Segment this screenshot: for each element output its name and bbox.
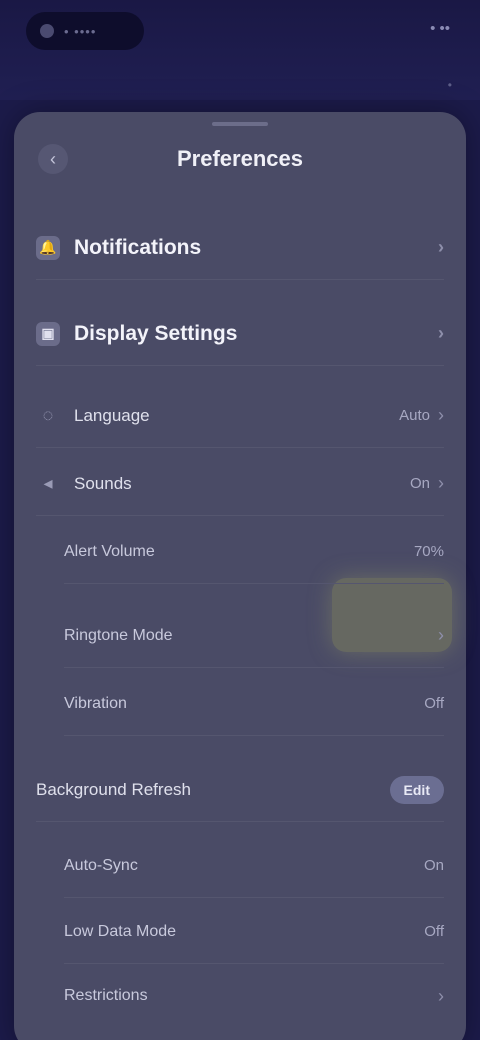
row-label: Alert Volume: [64, 542, 155, 560]
row-value: On: [423, 857, 444, 874]
row-label: Sounds: [74, 473, 132, 493]
row-sounds[interactable]: ◂ Sounds On ›: [36, 452, 444, 516]
row-value: Auto: [399, 407, 430, 424]
row-language[interactable]: ◌ Language Auto ›: [36, 384, 444, 448]
row-label: Language: [74, 405, 150, 425]
row-label: Low Data Mode: [64, 922, 177, 940]
display-icon: ▣: [36, 321, 60, 346]
account-pill-text: • ••••: [64, 23, 97, 39]
row-restrictions[interactable]: Restrictions ›: [64, 964, 444, 1028]
chevron-right-icon: ›: [438, 323, 444, 343]
sheet-grabber[interactable]: [212, 122, 268, 126]
section-label: Background Refresh: [36, 779, 191, 799]
row-label: Vibration: [64, 694, 127, 712]
row-value: 70%: [413, 543, 444, 560]
row-alert-volume[interactable]: Alert Volume 70%: [64, 520, 444, 584]
status-right-text: • ••: [430, 20, 450, 37]
row-label: Auto-Sync: [64, 856, 138, 874]
chevron-right-icon: ›: [438, 625, 444, 645]
globe-icon: ◌: [42, 405, 54, 425]
avatar: [40, 24, 54, 38]
account-pill[interactable]: • ••••: [26, 12, 144, 50]
row-notifications[interactable]: 🔔 Notifications ›: [36, 216, 444, 280]
row-low-data-mode[interactable]: Low Data Mode Off: [64, 900, 444, 964]
chevron-right-icon: ›: [438, 237, 444, 257]
row-label: Restrictions: [64, 987, 148, 1004]
row-display-settings[interactable]: ▣ Display Settings ›: [36, 302, 444, 366]
row-ringtone-mode[interactable]: Ringtone Mode ›: [64, 604, 444, 668]
row-value: Off: [424, 923, 444, 940]
status-right-subtext: •: [447, 78, 452, 92]
row-auto-sync[interactable]: Auto-Sync On: [64, 834, 444, 898]
status-bar: • •••• • •• •: [0, 0, 480, 100]
chevron-right-icon: ›: [438, 473, 444, 493]
row-value: Off: [424, 695, 444, 712]
row-vibration[interactable]: Vibration Off: [64, 672, 444, 736]
row-label: Notifications: [74, 235, 202, 259]
page-title: Preferences: [177, 146, 303, 171]
chevron-right-icon: ›: [438, 405, 444, 425]
row-label: Display Settings: [74, 321, 238, 345]
row-label: Ringtone Mode: [64, 626, 173, 644]
settings-sheet: ‹ Preferences 🔔 Notifications › ▣ Displa…: [14, 112, 466, 1040]
speaker-icon: ◂: [43, 473, 53, 493]
bell-icon: 🔔: [36, 235, 60, 260]
chevron-right-icon: ›: [438, 985, 444, 1006]
row-background-refresh[interactable]: Background Refresh Edit: [36, 758, 444, 822]
row-value: On: [409, 475, 430, 492]
edit-button[interactable]: Edit: [389, 775, 444, 804]
